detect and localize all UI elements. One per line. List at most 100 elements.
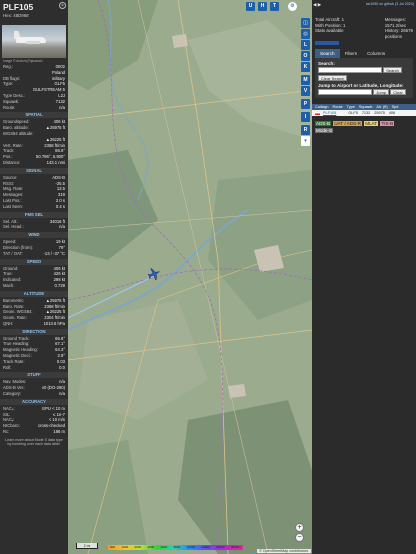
row-callsign[interactable]: PLF105 — [323, 110, 336, 116]
source-tisb: TIS-B — [380, 121, 395, 127]
search-box: Search: Search Clear Search Jump to Airp… — [315, 58, 413, 99]
aircraft-info-panel: PLF105 Hex: 48D968 × Image © Andrzej Ręk… — [0, 0, 68, 554]
source-uat-adsr: UAT / ADS-R — [333, 121, 362, 127]
tab-search[interactable]: Search — [315, 49, 340, 59]
info-label: Distance: — [3, 159, 21, 165]
info-value: n/a — [59, 391, 65, 397]
info-label: Route: — [3, 104, 16, 110]
source-mlat: MLAT — [364, 121, 379, 127]
info-value: ▲25975 ft — [45, 125, 65, 131]
section-direction: DIRECTION — [0, 328, 68, 335]
map-button-i[interactable]: I — [301, 112, 310, 122]
panel-toggle-arrows-icon[interactable]: ◀ ▶ — [313, 2, 321, 8]
map-button-k[interactable]: K — [301, 62, 310, 72]
altitude-legend-label: 20000 — [201, 545, 210, 549]
info-footer-note: Learn more about Mode S data type by hov… — [5, 437, 63, 447]
section-wind: WIND — [0, 232, 68, 239]
info-row: QNH: 1013.6 hPa — [0, 321, 68, 327]
source-legend: ADS-B UAT / ADS-R MLAT TIS-B Mode-S — [312, 116, 416, 134]
info-row: TAT / OAT: -13 / -37 °C — [0, 251, 68, 257]
history-count: History: 26679 — [384, 28, 413, 34]
altitude-legend-label: 4000 — [147, 545, 155, 549]
tab-filters[interactable]: Filters — [340, 49, 363, 58]
map-button-h[interactable]: H — [258, 2, 267, 11]
info-value: 0.0 — [59, 364, 65, 370]
selected-callsign: PLF105 — [3, 2, 34, 12]
right-panel: ◀ ▶ tar1090 on github (3 Jul 2024) Total… — [312, 0, 416, 554]
section-fms: FMS SEL — [0, 211, 68, 218]
altitude-legend-labels: 500 1000 2000 4000 6000 8000 10000 20000 30000 40… — [108, 545, 243, 550]
close-icon[interactable]: × — [59, 2, 66, 9]
center-target-icon[interactable]: ◎ — [301, 29, 310, 39]
info-label: Sel. Head.: — [3, 224, 24, 230]
map-button-m[interactable]: M — [301, 75, 310, 85]
altitude-legend-label: 40000+ — [230, 545, 241, 549]
version-link[interactable]: tar1090 on github (3 Jul 2024) — [312, 0, 416, 8]
map-attribution[interactable]: © OpenStreetMap contributors. — [257, 549, 311, 553]
search-button[interactable]: Search — [383, 67, 402, 74]
info-row: Last Seen: 0.4 s — [0, 204, 68, 210]
map-button-p[interactable]: P — [301, 99, 310, 109]
altitude-legend-label: 2000 — [134, 545, 142, 549]
section-speed: SPEED — [0, 258, 68, 265]
info-row: Mach: 0.728 — [0, 283, 68, 289]
brand-bar — [315, 41, 339, 46]
info-value: n/a — [59, 104, 65, 110]
altitude-legend-label: 10000 — [186, 545, 196, 549]
map-button-u[interactable]: U — [246, 2, 255, 11]
section-altitude: ALTITUDE — [0, 290, 68, 297]
zoom-out-button[interactable]: − — [295, 533, 304, 542]
wind-block: Speed: 19 kt Direction (from): 79° TAT / OAT… — [0, 239, 68, 256]
info-label: Mach: — [3, 282, 15, 288]
info-label: Last Seen: — [3, 203, 24, 209]
info-row: Distance: 143.1 nmi — [0, 160, 68, 166]
stats-available-link[interactable]: Stats available — [315, 28, 346, 34]
row-type: GLF5 — [348, 111, 358, 116]
zoom-in-button[interactable]: + — [295, 523, 304, 532]
info-value: n/a — [59, 224, 65, 230]
accuracy-block: NACₚ: EPU < 10 m SIL: ≤ 1e-7 NACᵥ: < 10 m/s NI… — [0, 406, 68, 435]
info-value: -13 / -37 °C — [43, 250, 65, 256]
registration-block: Reg.: 0002 Poland DB flags: military Type: GLF… — [0, 64, 68, 110]
map-button-l[interactable]: L — [301, 40, 310, 50]
info-label: Category: — [3, 391, 22, 397]
plane-icon — [148, 268, 160, 280]
map-button-v[interactable]: V — [301, 86, 310, 96]
info-value: 0.4 s — [55, 203, 65, 209]
row-squawk: 7132 — [361, 111, 371, 116]
map-view[interactable]: U H T ⚙ ◫ ◎ L O K M V P I R ▾ + − 2 mi 5… — [68, 0, 312, 554]
info-value: 0.728 — [54, 282, 65, 288]
jump-input[interactable] — [318, 89, 372, 96]
row-spd: 406 — [388, 111, 396, 116]
info-label: QNH: — [3, 320, 14, 326]
arrow-down-icon[interactable]: ▾ — [301, 136, 310, 146]
info-label: Rc: — [3, 429, 10, 435]
info-row: Roll: 0.0 — [0, 365, 68, 371]
tab-columns[interactable]: Columns — [362, 49, 390, 58]
total-aircraft: Total Aircraft: 1 — [315, 17, 345, 22]
search-input[interactable] — [318, 67, 382, 74]
aircraft-photo[interactable] — [2, 25, 66, 58]
section-spatial: SPATIAL — [0, 112, 68, 119]
layers-icon[interactable]: ◫ — [301, 18, 310, 28]
altitude-legend-label: 500 — [110, 545, 116, 549]
map-button-t[interactable]: T — [270, 2, 279, 11]
settings-gear-icon[interactable]: ⚙ — [288, 2, 297, 11]
map-tiles — [68, 0, 312, 554]
map-button-r[interactable]: R — [301, 125, 310, 135]
clear-button[interactable]: Clear — [390, 89, 406, 96]
hex-code: Hex: 48D968 — [3, 13, 29, 18]
info-row: Category: n/a — [0, 391, 68, 397]
info-row: Route: n/a — [0, 105, 68, 111]
altitude-block: Barometric: ▲25975 ft Baro. Rate: 2368 ft/m… — [0, 298, 68, 327]
altitude-legend-label: 8000 — [173, 545, 181, 549]
altitude-color-legend: 500 1000 2000 4000 6000 8000 10000 20000 30000 40… — [108, 545, 243, 550]
clear-search-button[interactable]: Clear Search — [318, 75, 348, 82]
aircraft-marker[interactable] — [148, 268, 160, 280]
spatial-block: Groundspeed: 406 kt Baro. altitude: ▲25975 … — [0, 119, 68, 165]
section-accuracy: ACCURACY — [0, 398, 68, 405]
info-label: WGS84 altitude: — [3, 130, 34, 136]
jump-button[interactable]: Jump — [373, 89, 390, 96]
map-button-o[interactable]: O — [301, 51, 310, 61]
section-stuff: STUFF — [0, 372, 68, 379]
